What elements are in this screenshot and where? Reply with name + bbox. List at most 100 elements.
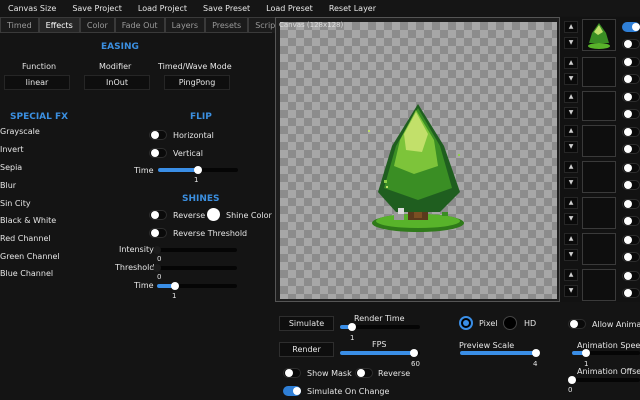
layer-move-up-button[interactable]: ▲ [564,21,578,33]
threshold-slider[interactable] [153,264,237,272]
layer-move-down-button[interactable]: ▼ [564,37,578,49]
fx-sin-city[interactable]: Sin City [0,199,31,208]
layer-move-down-button[interactable]: ▼ [564,141,578,153]
slider-thumb[interactable] [582,349,590,357]
allow-animation-toggle[interactable] [568,319,586,329]
shines-reverse-toggle[interactable] [149,210,167,220]
layer-thumbnail[interactable] [582,57,616,87]
fx-invert[interactable]: Invert [0,145,24,154]
layer-thumbnail[interactable] [582,197,616,229]
fx-black-white[interactable]: Black & White [0,216,56,225]
layer-move-down-button[interactable]: ▼ [564,249,578,261]
layer-move-down-button[interactable]: ▼ [564,177,578,189]
layer-toggle[interactable] [622,92,640,102]
fx-grayscale[interactable]: Grayscale [0,127,40,136]
layer-move-down-button[interactable]: ▼ [564,73,578,85]
flip-vertical-toggle[interactable] [149,148,167,158]
toggle-knob [151,211,159,219]
menu-save-preset[interactable]: Save Preset [195,4,258,13]
layer-toggle[interactable] [622,271,640,281]
shine-color-swatch[interactable] [207,208,220,221]
modifier-select[interactable]: InOut [84,75,150,90]
layer-toggle[interactable] [622,288,640,298]
layer-toggle[interactable] [622,216,640,226]
show-mask-toggle[interactable] [283,368,301,378]
layer-toggle[interactable] [622,57,640,67]
pixel-radio[interactable] [459,316,473,330]
intensity-slider[interactable] [153,246,237,254]
animation-speed-slider[interactable] [572,349,640,357]
fx-sepia[interactable]: Sepia [0,163,22,172]
fx-blue-channel[interactable]: Blue Channel [0,269,53,278]
tab-timed[interactable]: Timed [0,17,39,33]
mode-select[interactable]: PingPong [164,75,230,90]
tab-effects[interactable]: Effects [38,17,80,33]
layer-thumbnail[interactable] [582,19,616,51]
layer-toggle[interactable] [622,180,640,190]
menu-load-project[interactable]: Load Project [130,4,195,13]
toggle-knob [357,369,365,377]
tab-presets[interactable]: Presets [205,17,249,33]
layer-thumbnail[interactable] [582,125,616,157]
layer-toggle[interactable] [622,235,640,245]
layer-move-up-button[interactable]: ▲ [564,125,578,137]
layer-move-up-button[interactable]: ▲ [564,161,578,173]
hd-radio[interactable] [503,316,517,330]
fx-red-channel[interactable]: Red Channel [0,234,51,243]
fps-slider[interactable] [340,349,420,357]
layer-toggle[interactable] [622,74,640,84]
layer-toggle[interactable] [622,144,640,154]
shines-time-slider[interactable] [157,282,237,290]
layer-toggle[interactable] [622,163,640,173]
preview-scale-slider[interactable] [460,349,540,357]
layer-toggle[interactable] [622,109,640,119]
fx-blur[interactable]: Blur [0,181,16,190]
layer-move-up-button[interactable]: ▲ [564,269,578,281]
toggle-knob [624,236,632,244]
menu-reset-layer[interactable]: Reset Layer [321,4,384,13]
tab-layers[interactable]: Layers [164,17,206,33]
layer-move-up-button[interactable]: ▲ [564,57,578,69]
slider-thumb[interactable] [532,349,540,357]
layer-thumbnail[interactable] [582,233,616,265]
render-time-slider[interactable] [340,323,420,331]
slider-thumb[interactable] [194,166,202,174]
render-button[interactable]: Render [279,342,334,357]
simulate-button[interactable]: Simulate [279,316,334,331]
slider-thumb[interactable] [153,264,161,272]
slider-thumb[interactable] [153,246,161,254]
layer-move-down-button[interactable]: ▼ [564,107,578,119]
tab-fade-out[interactable]: Fade Out [114,17,165,33]
slider-thumb[interactable] [410,349,418,357]
slider-thumb[interactable] [568,376,576,384]
flip-horizontal-toggle[interactable] [149,130,167,140]
layer-move-down-button[interactable]: ▼ [564,285,578,297]
layer-thumbnail[interactable] [582,161,616,193]
slider-thumb[interactable] [348,323,356,331]
layer-toggle[interactable] [622,199,640,209]
menu-load-preset[interactable]: Load Preset [258,4,321,13]
bottom-reverse-toggle[interactable] [355,368,373,378]
flip-heading: FLIP [190,112,212,122]
layer-thumbnail[interactable] [582,91,616,121]
layer-thumbnail[interactable] [582,269,616,301]
layer-visibility-toggle[interactable] [622,22,640,32]
tab-color[interactable]: Color [79,17,115,33]
reverse-threshold-toggle[interactable] [149,228,167,238]
simulate-on-change-toggle[interactable] [283,386,301,396]
layer-toggle[interactable] [622,127,640,137]
animation-offset-slider[interactable] [568,376,640,384]
layer-toggle[interactable] [622,39,640,49]
layer-move-up-button[interactable]: ▲ [564,91,578,103]
flip-time-slider[interactable] [158,166,238,174]
layer-move-down-button[interactable]: ▼ [564,213,578,225]
menu-canvas-size[interactable]: Canvas Size [0,4,64,13]
menu-save-project[interactable]: Save Project [64,4,130,13]
slider-thumb[interactable] [171,282,179,290]
layer-move-up-button[interactable]: ▲ [564,233,578,245]
fx-green-channel[interactable]: Green Channel [0,252,60,261]
layer-row[interactable]: ▲ ▼ [560,17,640,51]
function-select[interactable]: linear [4,75,70,90]
layer-toggle[interactable] [622,252,640,262]
layer-move-up-button[interactable]: ▲ [564,197,578,209]
